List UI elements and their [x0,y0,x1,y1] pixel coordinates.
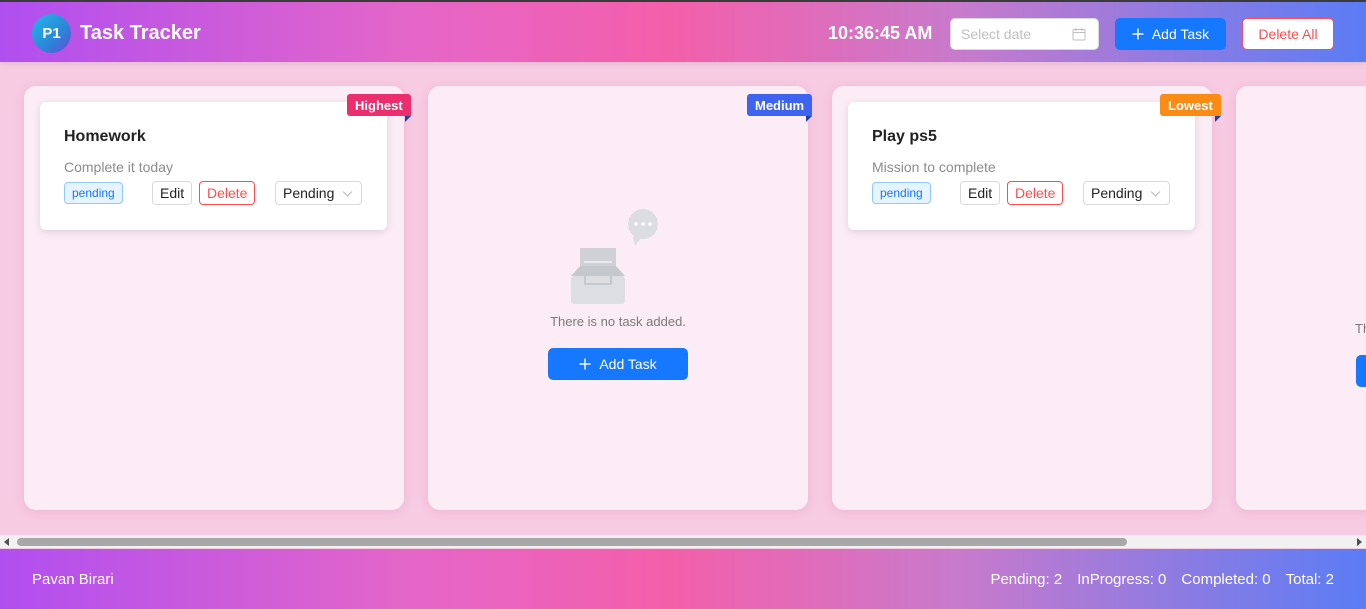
status-select-value: Pending [1091,185,1143,201]
task-stats: Pending: 2 InProgress: 0 Completed: 0 To… [990,571,1334,588]
empty-message: There is no task added. [550,314,686,329]
task-card: Homework Complete it today pending Edit … [40,102,387,230]
priority-column-partial: Th [1236,86,1366,510]
add-task-button[interactable]: Add Task [548,348,688,380]
delete-button[interactable]: Delete [199,181,256,205]
task-card: Play ps5 Mission to complete pending Edi… [848,102,1195,230]
app-title: Task Tracker [80,22,201,44]
priority-column-highest: Homework Complete it today pending Edit … [24,86,411,510]
scroll-left-arrow[interactable] [4,538,9,546]
plus-icon [579,358,591,370]
status-select-value: Pending [283,185,335,201]
task-title: Homework [64,128,146,145]
priority-column-medium: Medium There is no task added. Add Task [428,86,813,510]
add-task-label: Add Task [1151,26,1210,42]
calendar-icon [1072,28,1086,41]
stat-pending: Pending: 2 [990,571,1063,588]
status-select[interactable]: Pending [1083,181,1170,205]
edit-button[interactable]: Edit [960,181,1001,205]
priority-ribbon: Lowest [1160,94,1221,122]
horizontal-scrollbar[interactable] [0,535,1366,548]
scroll-right-arrow[interactable] [1357,538,1362,546]
add-task-button[interactable] [1356,355,1366,387]
empty-inbox-icon [571,209,658,304]
priority-ribbon: Medium [747,94,813,122]
task-description: Mission to complete [872,159,996,175]
delete-button[interactable]: Delete [1007,181,1064,205]
task-description: Complete it today [64,159,173,175]
stat-inprogress: InProgress: 0 [1077,571,1167,588]
delete-all-button[interactable]: Delete All [1242,18,1334,50]
scroll-thumb[interactable] [17,538,1127,546]
date-input[interactable] [961,26,1071,42]
chevron-down-icon [1150,191,1161,197]
status-select[interactable]: Pending [275,181,362,205]
clock-display: 10:36:45 AM [828,23,933,43]
empty-message: Th [1355,321,1366,336]
task-title: Play ps5 [872,128,937,145]
stat-total: Total: 2 [1285,571,1334,588]
task-board: Homework Complete it today pending Edit … [0,62,1366,535]
date-picker[interactable] [950,18,1099,50]
priority-ribbon: Highest [347,94,411,122]
priority-column-lowest: Play ps5 Mission to complete pending Edi… [832,86,1221,510]
stat-completed: Completed: 0 [1181,571,1271,588]
plus-icon [1132,28,1144,40]
add-task-label: Add Task [599,356,657,372]
edit-button[interactable]: Edit [152,181,193,205]
author-name: Pavan Birari [32,571,114,588]
status-badge: pending [64,182,123,204]
add-task-button[interactable]: Add Task [1115,18,1226,50]
app-footer: Pavan Birari Pending: 2 InProgress: 0 Co… [0,549,1366,609]
chevron-down-icon [342,191,353,197]
logo-avatar: P1 [32,14,71,53]
status-badge: pending [872,182,931,204]
empty-state: There is no task added. Add Task [428,206,808,380]
app-header: P1 Task Tracker 10:36:45 AM Add Task Del… [0,0,1366,62]
